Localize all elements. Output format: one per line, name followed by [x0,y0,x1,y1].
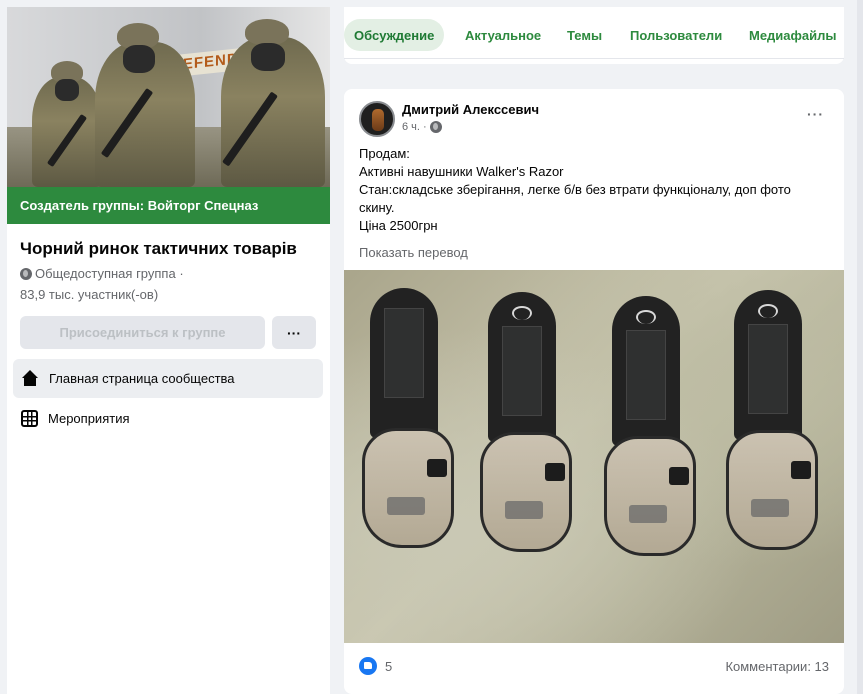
walkers-logo [636,310,656,324]
sidebar-item-label: Мероприятия [48,411,130,426]
post-footer: 5 Комментарии: 13 [359,654,829,678]
tab-topics[interactable]: Темы [557,19,612,51]
group-name[interactable]: Чорний ринок тактичних товарів [20,239,297,259]
post-body: Продам: Активні навушники Walker's Razor… [359,145,819,235]
group-cover-photo[interactable]: DEFENDER [7,7,330,187]
cover-face [55,79,79,101]
feed-post: Дмитрий Алекссевич 6 ч. · ··· Продам: Ак… [344,89,844,694]
headset-band [370,288,438,438]
headset-band [612,296,680,446]
headset-knob [669,467,689,485]
walkers-logo [751,499,789,517]
walkers-logo [387,497,425,515]
earmuff-headset [350,288,458,550]
tab-members[interactable]: Пользователи [620,19,732,51]
walkers-logo [758,304,778,318]
calendar-icon [21,410,38,427]
post-text-line: Ціна 2500грн [359,218,438,233]
headset-knob [791,461,811,479]
cover-face [251,43,285,71]
group-sidebar: DEFENDER Создатель группы: Войторг Спецн… [7,7,330,694]
headset-band [734,290,802,440]
earmuff-headset [592,296,700,558]
previous-post-edge [344,58,844,64]
tab-media[interactable]: Медиафайлы [739,19,847,51]
headset-cup [362,428,454,548]
headset-cup [480,432,572,552]
comments-count[interactable]: Комментарии: 13 [725,659,829,674]
cover-face [123,45,155,73]
post-meta: 6 ч. · [402,121,442,133]
group-members-count[interactable]: 83,9 тыс. участник(-ов) [20,287,158,302]
post-menu-icon[interactable]: ··· [807,106,824,122]
reactions-count: 5 [385,658,393,674]
sidebar-item-label: Главная страница сообщества [49,371,235,386]
group-creator-banner[interactable]: Создатель группы: Войторг Спецназ [7,187,330,224]
tab-discussion[interactable]: Обсуждение [344,19,445,51]
group-more-button[interactable]: ··· [272,316,316,349]
headset-band [488,292,556,442]
post-photo[interactable] [344,270,844,643]
group-privacy: Общедоступная группа · [20,266,184,281]
headset-velcro [384,308,424,398]
headset-cup [604,436,696,556]
right-edge-strip [857,0,863,694]
earmuff-headset [468,292,576,554]
group-tabs-bar: Обсуждение Актуальное Темы Пользователи … [344,7,844,64]
headset-velcro [502,326,542,416]
post-time[interactable]: 6 ч. · [402,121,427,133]
like-icon [359,657,377,675]
headset-velcro [748,324,788,414]
post-text-line: Стан:складське зберігання, легке б/в без… [359,182,791,215]
globe-icon [20,267,32,280]
join-group-button[interactable]: Присоединиться к группе [20,316,265,349]
walkers-logo [512,306,532,320]
avatar[interactable] [359,101,395,137]
post-text-line: Продам: [359,146,410,161]
headset-knob [427,459,447,477]
headset-velcro [626,330,666,420]
post-author[interactable]: Дмитрий Алекссевич [402,102,539,117]
reactions-summary[interactable]: 5 [359,657,392,675]
earmuff-headset [714,290,822,552]
walkers-logo [629,505,667,523]
sidebar-item-community-home[interactable]: Главная страница сообщества [13,359,323,398]
walkers-logo [505,501,543,519]
cover-helmet [245,19,289,45]
show-translation-link[interactable]: Показать перевод [359,245,468,260]
headset-cup [726,430,818,550]
sidebar-item-events[interactable]: Мероприятия [13,399,323,438]
post-text-line: Активні навушники Walker's Razor [359,164,564,179]
globe-icon [429,121,442,133]
home-icon [21,369,39,388]
group-privacy-label: Общедоступная группа · [35,266,184,281]
headset-knob [545,463,565,481]
tab-featured[interactable]: Актуальное [455,19,551,51]
